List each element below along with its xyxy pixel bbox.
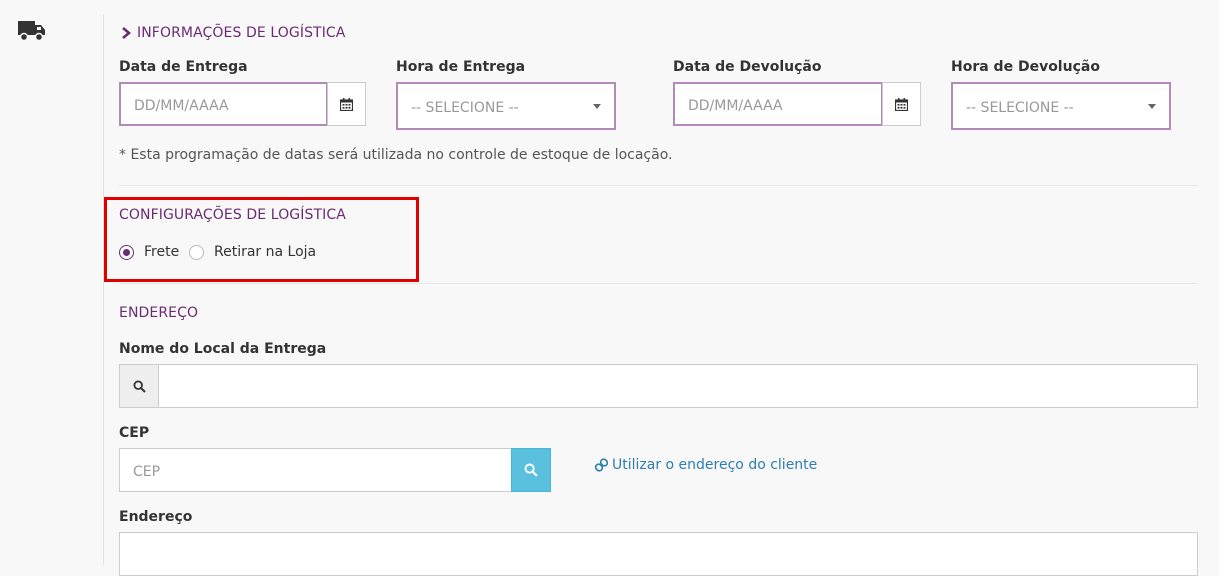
location-search-addon xyxy=(119,364,159,408)
logistics-info-title: INFORMAÇÕES DE LOGÍSTICA xyxy=(137,25,346,41)
delivery-date-input[interactable]: DD/MM/AAAA xyxy=(119,82,328,126)
divider xyxy=(119,283,1197,284)
search-icon xyxy=(132,379,146,393)
left-divider xyxy=(103,14,104,565)
return-time-label: Hora de Devolução xyxy=(951,59,1100,75)
use-client-address-text: Utilizar o endereço do cliente xyxy=(612,457,818,473)
delivery-time-label: Hora de Entrega xyxy=(396,59,526,75)
radio-retirar[interactable] xyxy=(189,244,204,260)
link-icon xyxy=(595,458,608,472)
address-label: Endereço xyxy=(119,509,193,525)
address-title: ENDEREÇO xyxy=(119,305,199,321)
cep-input[interactable]: CEP xyxy=(119,448,512,492)
return-date-label: Data de Devolução xyxy=(673,59,822,75)
cep-label: CEP xyxy=(119,425,150,441)
delivery-date-calendar-button[interactable] xyxy=(327,82,366,126)
use-client-address-link[interactable]: Utilizar o endereço do cliente xyxy=(595,457,817,473)
divider xyxy=(119,185,1197,186)
delivery-date-label: Data de Entrega xyxy=(119,59,248,75)
logistics-info-header[interactable]: INFORMAÇÕES DE LOGÍSTICA xyxy=(121,25,345,41)
chevron-down-icon xyxy=(593,104,601,109)
date-note: * Esta programação de datas será utiliza… xyxy=(119,147,673,163)
radio-frete[interactable] xyxy=(119,244,134,260)
calendar-icon xyxy=(340,97,353,111)
return-time-selected: -- SELECIONE -- xyxy=(966,100,1074,116)
chevron-right-icon xyxy=(122,27,131,39)
address-input[interactable] xyxy=(119,532,1198,576)
radio-frete-label: Frete xyxy=(144,244,180,260)
calendar-icon xyxy=(895,97,908,111)
cep-placeholder: CEP xyxy=(133,464,161,480)
logistics-config-title: CONFIGURAÇÕES DE LOGÍSTICA xyxy=(119,207,346,223)
radio-option-retirar[interactable]: Retirar na Loja xyxy=(189,244,316,260)
chevron-down-icon xyxy=(1148,104,1156,109)
cep-search-button[interactable] xyxy=(511,448,551,492)
delivery-date-placeholder: DD/MM/AAAA xyxy=(134,98,229,114)
return-date-placeholder: DD/MM/AAAA xyxy=(688,98,783,114)
return-date-input[interactable]: DD/MM/AAAA xyxy=(673,82,883,126)
radio-option-frete[interactable]: Frete xyxy=(119,244,179,260)
delivery-time-select[interactable]: -- SELECIONE -- xyxy=(396,82,616,130)
return-time-select[interactable]: -- SELECIONE -- xyxy=(951,82,1171,130)
delivery-time-selected: -- SELECIONE -- xyxy=(411,100,519,116)
radio-retirar-label: Retirar na Loja xyxy=(214,244,317,260)
return-date-calendar-button[interactable] xyxy=(882,82,921,126)
location-name-input[interactable] xyxy=(158,364,1198,408)
truck-icon xyxy=(18,21,45,42)
search-icon xyxy=(524,463,538,477)
location-name-label: Nome do Local da Entrega xyxy=(119,341,327,357)
